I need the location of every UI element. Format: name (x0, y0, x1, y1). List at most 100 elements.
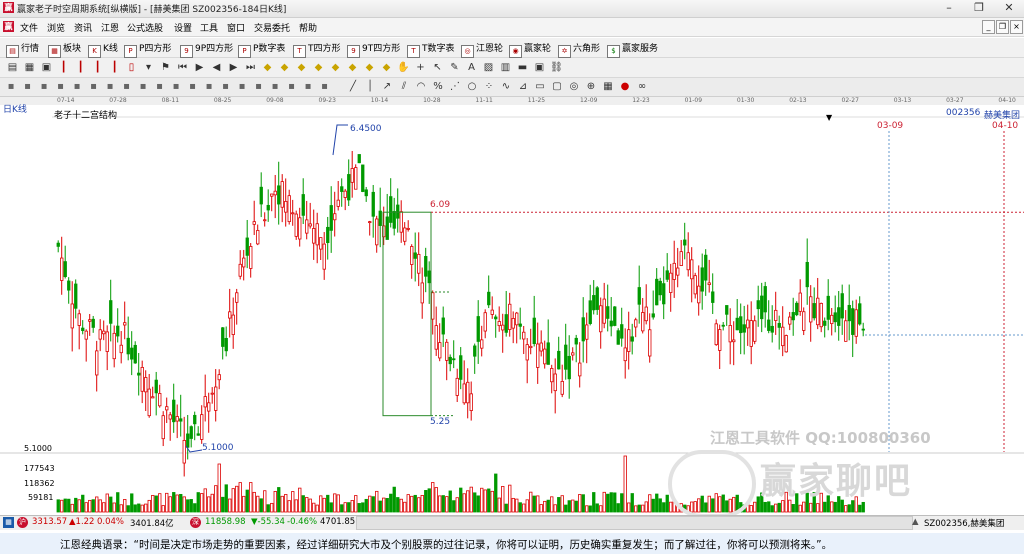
candle (396, 204, 400, 219)
status-scroll-track[interactable] (356, 516, 913, 530)
volume-bar (581, 494, 585, 513)
candle (168, 414, 172, 420)
candle (760, 295, 764, 320)
candle (189, 426, 193, 439)
volume-bar (697, 498, 701, 513)
volume-bar (553, 504, 557, 513)
volume-bar (809, 502, 813, 513)
candle (508, 303, 512, 330)
volume-bar (494, 473, 498, 513)
candle (210, 392, 214, 395)
volume-bar (431, 482, 435, 513)
candle (350, 168, 354, 183)
volume-bar (308, 498, 312, 513)
status-arrow-icon: ▲ (912, 517, 919, 527)
candle (833, 312, 837, 323)
candle (697, 285, 701, 304)
volume-bar (214, 485, 218, 513)
candle (599, 305, 603, 333)
candle (392, 211, 396, 229)
candle (777, 322, 781, 328)
candle (564, 344, 568, 370)
candle (483, 312, 487, 332)
candle (623, 347, 627, 362)
candle (95, 350, 99, 376)
candle (165, 406, 169, 411)
candle (613, 306, 617, 326)
volume-bar (137, 503, 141, 513)
market-icon[interactable]: ▦ (3, 517, 14, 528)
candle (207, 402, 211, 412)
volume-bar (221, 496, 225, 513)
candle (742, 324, 746, 333)
volume-bar (368, 495, 372, 513)
candle (406, 228, 410, 230)
volume-bar (781, 500, 785, 513)
candle (511, 318, 515, 329)
volume-bar (613, 492, 617, 513)
volume-bar (648, 494, 652, 513)
volume-bar (732, 496, 736, 513)
volume-bar (60, 499, 64, 513)
volume-bar (210, 493, 214, 513)
volume-bar (805, 492, 809, 513)
candle (336, 199, 340, 207)
volume-bar (284, 494, 288, 513)
volume-bar (819, 492, 823, 513)
volume-bar (459, 487, 463, 513)
kline-chart[interactable] (0, 0, 1024, 554)
volume-bar (515, 498, 519, 513)
volume-bar (641, 504, 645, 513)
volume-bar (725, 500, 729, 513)
volume-bar (319, 495, 323, 513)
candle (326, 226, 330, 243)
candle (770, 325, 774, 333)
volume-bar (175, 494, 179, 513)
candle (63, 261, 67, 277)
candle (172, 399, 176, 423)
volume-bar (497, 497, 501, 513)
candle (280, 181, 284, 208)
volume-bar (634, 505, 638, 513)
volume-bar (662, 502, 666, 513)
volume-bar (322, 497, 326, 513)
volume-bar (777, 502, 781, 513)
candle (340, 186, 344, 192)
volume-bar (88, 499, 92, 513)
volume-bar (532, 495, 536, 513)
volume-bar (287, 500, 291, 513)
volume-bar (756, 496, 760, 513)
candle (595, 287, 599, 310)
volume-bar (679, 503, 683, 513)
volume-bar (238, 482, 242, 513)
candle (375, 218, 379, 246)
candle (515, 312, 519, 326)
volume-bar (389, 493, 393, 513)
candle (847, 304, 851, 322)
volume-bar (70, 503, 74, 513)
candle (119, 344, 123, 354)
volume-bar (676, 503, 680, 513)
status-bar: ▦ 沪 3313.57 ▲1.22 0.04% 3401.84亿 深 11858… (0, 515, 1024, 530)
candle (74, 283, 78, 309)
candle (767, 319, 771, 331)
volume-bar (637, 504, 641, 513)
candle (840, 293, 844, 319)
candle (130, 347, 134, 360)
candle (774, 309, 778, 321)
candle (655, 278, 659, 306)
volume-bar (67, 498, 71, 513)
volume-bar (623, 455, 627, 513)
candle (739, 316, 743, 334)
candle (641, 312, 645, 332)
candle (329, 205, 333, 231)
candle (245, 237, 249, 256)
candle (312, 228, 316, 244)
volume-bar (445, 496, 449, 513)
candle (105, 331, 109, 352)
candle (102, 330, 106, 335)
volume-bar (578, 494, 582, 513)
volume-bar (315, 504, 319, 513)
volume-bar (403, 501, 407, 513)
candle (473, 345, 477, 357)
